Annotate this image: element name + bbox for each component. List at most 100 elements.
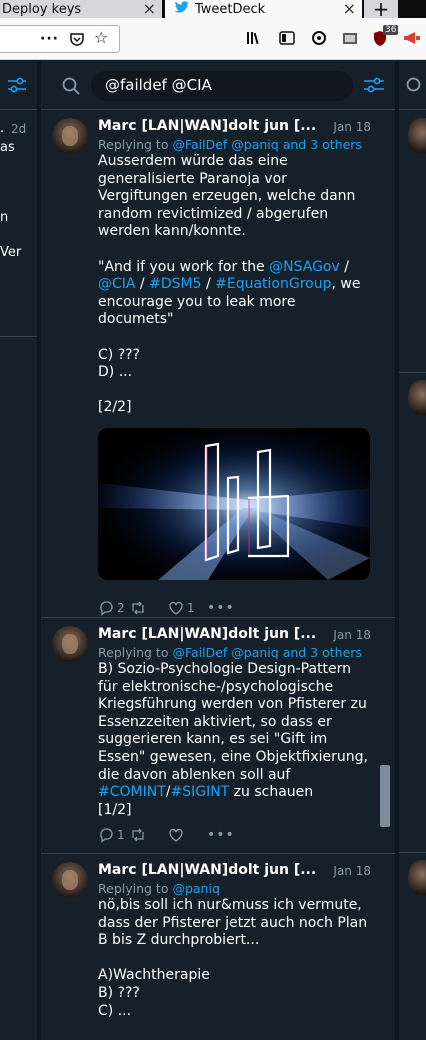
reply-button[interactable]: 2 — [98, 600, 125, 616]
search-icon[interactable] — [405, 76, 425, 100]
tweet-text-segment: Ausserdem würde das eine generalisierte … — [98, 153, 356, 275]
filter-icon[interactable] — [363, 74, 385, 96]
search-input[interactable]: @faildef @CIA — [91, 71, 353, 101]
more-options-button[interactable]: ••• — [204, 827, 235, 843]
scrollbar-thumb[interactable] — [380, 765, 390, 827]
avatar[interactable] — [52, 626, 88, 662]
like-button[interactable] — [168, 827, 184, 843]
new-tab-button[interactable]: + — [364, 0, 398, 21]
tweet-text-segment: , we encourage you to leak more documets… — [98, 276, 361, 416]
ublock-count-badge: 36 — [383, 25, 399, 35]
tweet-divider — [399, 852, 426, 853]
tweet-link[interactable]: @CIA — [98, 276, 135, 292]
tweet-text-segment: nö,bis soll ich nur&muss ich vermute, da… — [98, 897, 368, 1019]
reply-context: Replying to @FailDef @paniq and 3 others — [98, 137, 362, 152]
reply-prefix: Replying to — [98, 881, 173, 896]
tweet-text-segment: / — [344, 258, 349, 275]
tweet[interactable]: Marc [LAN|WAN]dolt jun [... Jan 18 Reply… — [41, 110, 395, 618]
tab-bar: Deploy keys × TweetDeck × + — [0, 0, 426, 21]
tweet-fragment: Ver — [0, 245, 22, 260]
tweet-divider — [399, 372, 426, 373]
tweet-time[interactable]: Jan 18 — [333, 864, 371, 878]
tweet-link[interactable]: #SIGINT — [170, 784, 229, 800]
retweet-icon — [132, 601, 144, 615]
column-left: . 2d as n Ver — [0, 61, 38, 1040]
tweet-link[interactable]: @NSAGov — [269, 259, 340, 275]
search-icon[interactable] — [61, 76, 81, 96]
browser-toolbar: ··· ☆ 36 — [0, 18, 426, 60]
avatar[interactable] — [52, 862, 88, 898]
column-header: @faildef @CIA — [41, 61, 395, 110]
avatar[interactable] — [52, 118, 88, 154]
reply-context: Replying to @paniq — [98, 881, 220, 896]
reply-button[interactable]: 1 — [98, 827, 125, 843]
close-icon[interactable]: × — [343, 0, 356, 18]
retweet-icon — [132, 828, 144, 842]
column-header — [399, 61, 426, 110]
library-icon[interactable] — [246, 30, 264, 49]
column-right: 6 — [398, 61, 426, 1040]
like-count: 1 — [187, 601, 195, 615]
heart-icon — [169, 828, 183, 842]
reply-to-link[interactable]: @FailDef @paniq and 3 others — [172, 137, 361, 152]
reply-prefix: Replying to — [98, 137, 173, 152]
tweet-fragment: n — [0, 210, 9, 225]
tab-label: Deploy keys — [2, 1, 82, 17]
plus-icon: + — [372, 0, 390, 21]
close-icon[interactable]: × — [143, 0, 156, 18]
search-query: @faildef @CIA — [105, 76, 212, 94]
heart-icon — [169, 601, 183, 615]
avatar[interactable] — [408, 380, 426, 416]
twitter-bird-icon — [174, 1, 189, 17]
url-bar[interactable]: ··· ☆ — [0, 25, 120, 53]
sync-icon[interactable] — [311, 30, 327, 49]
tweet-text: B) Sozio-Psychologie Design-Pattern für … — [98, 661, 378, 819]
megaphone-icon[interactable] — [402, 30, 420, 49]
tweet-author[interactable]: Marc [LAN|WAN]dolt jun [... — [98, 118, 323, 134]
reply-context: Replying to @FailDef @paniq and 3 others — [98, 645, 362, 660]
reply-prefix: Replying to — [98, 645, 173, 660]
tweet-fragment: . — [0, 121, 5, 136]
tab-label: TweetDeck — [195, 1, 266, 17]
tweet[interactable]: Marc [LAN|WAN]dolt jun [... Jan 18 Reply… — [41, 618, 395, 854]
reply-icon — [100, 601, 113, 616]
more-icon: ••• — [207, 827, 235, 843]
reply-to-link[interactable]: @FailDef @paniq and 3 others — [172, 645, 361, 660]
tweet-text-segment: B) Sozio-Psychologie Design-Pattern für … — [98, 661, 368, 783]
pocket-icon[interactable] — [69, 31, 85, 50]
avatar[interactable] — [408, 118, 426, 154]
column-search: 5 @faildef @CIA Marc [LAN|WAN]dolt jun [… — [41, 61, 395, 1040]
bookmark-star-icon[interactable]: ☆ — [94, 30, 108, 46]
avatar[interactable] — [408, 860, 426, 896]
retweet-button[interactable] — [130, 827, 146, 843]
ellipsis-icon[interactable]: ··· — [40, 32, 59, 46]
tweet-fragment: as — [0, 140, 15, 155]
reply-count: 1 — [117, 828, 125, 842]
tweet-text: Ausserdem würde das eine generalisierte … — [98, 153, 378, 417]
tweet[interactable]: Marc [LAN|WAN]dolt jun [... Jan 18 Reply… — [41, 854, 395, 1040]
tweet-media-image[interactable] — [98, 428, 370, 580]
like-button[interactable]: 1 — [168, 600, 195, 616]
tweet-divider — [0, 336, 37, 337]
tweet-time: 2d — [11, 122, 27, 136]
extension-icon[interactable] — [342, 30, 358, 49]
more-options-button[interactable]: ••• — [204, 600, 235, 616]
tweet-author[interactable]: Marc [LAN|WAN]dolt jun [... — [98, 862, 323, 878]
tweet-text: nö,bis soll ich nur&muss ich vermute, da… — [98, 897, 378, 1020]
tab-deploy-keys[interactable]: Deploy keys × — [0, 0, 162, 18]
reply-to-link[interactable]: @paniq — [172, 881, 219, 896]
tweet-time[interactable]: Jan 18 — [333, 120, 371, 134]
more-icon: ••• — [207, 600, 235, 616]
tweet-author[interactable]: Marc [LAN|WAN]dolt jun [... — [98, 626, 323, 642]
tweet-link[interactable]: #DSM5 — [149, 276, 201, 292]
tweet-text-segment: / — [135, 276, 150, 293]
tab-tweetdeck[interactable]: TweetDeck × — [165, 0, 362, 18]
reply-count: 2 — [117, 601, 125, 615]
sidebar-icon[interactable] — [279, 30, 295, 49]
tweet-link[interactable]: #EquationGroup — [215, 276, 331, 292]
retweet-button[interactable] — [130, 600, 146, 616]
tweet-time[interactable]: Jan 18 — [333, 628, 371, 642]
tweet-link[interactable]: #COMINT — [98, 784, 166, 800]
filter-icon[interactable] — [6, 74, 28, 100]
reply-icon — [100, 828, 113, 843]
